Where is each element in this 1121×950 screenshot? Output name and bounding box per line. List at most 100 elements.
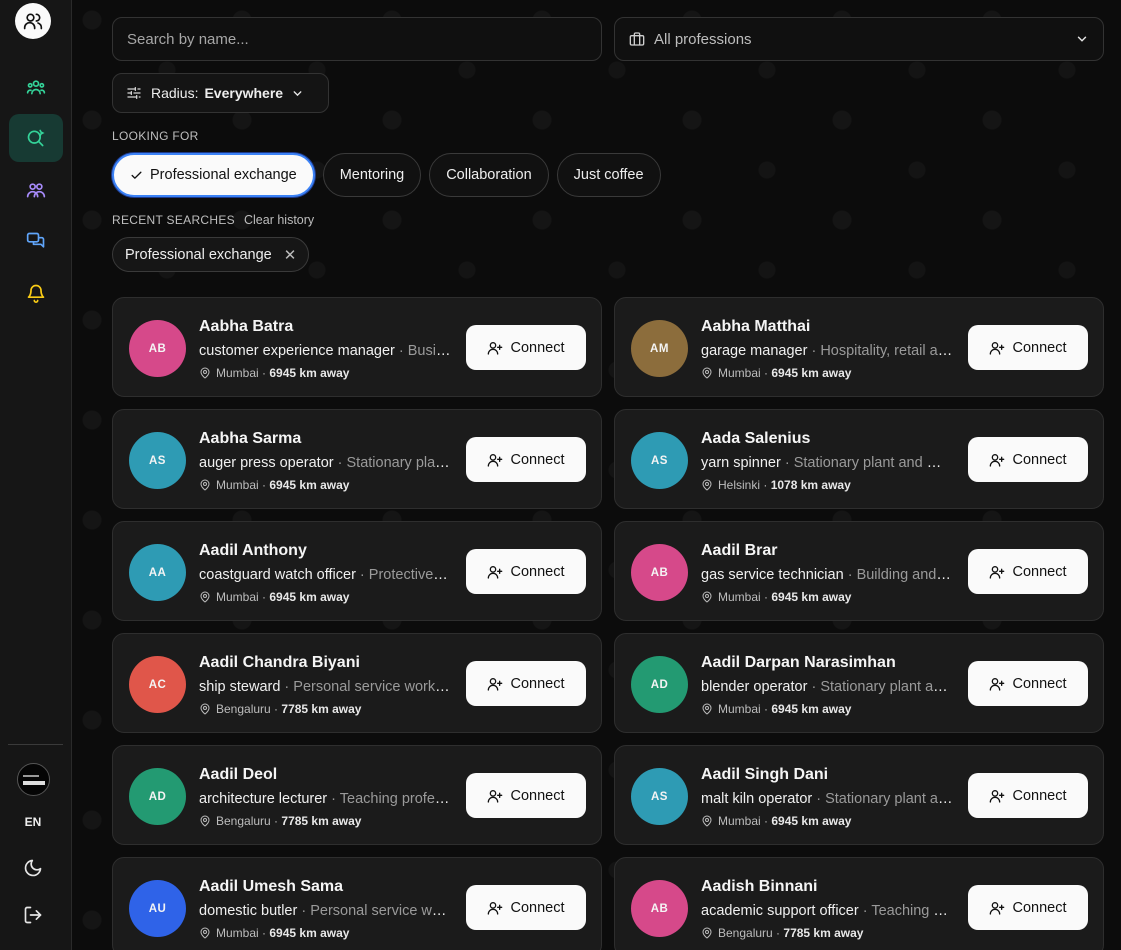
person-location: Mumbai · 6945 km away [199, 366, 349, 380]
location-sep: · [760, 814, 772, 828]
avatar-initials: AA [148, 566, 167, 579]
role-sep: · [812, 791, 826, 807]
connect-label: Connect [1012, 675, 1067, 692]
app-logo[interactable] [15, 3, 51, 39]
person-name: Aada Salenius [701, 430, 811, 447]
user-plus-icon [488, 677, 503, 691]
role-title: gas service technician [701, 567, 844, 583]
chip-professional-exchange[interactable]: Professional exchange [112, 153, 315, 197]
person-card[interactable]: AS Aada Salenius yarn spinner · Stationa… [614, 409, 1104, 509]
map-pin-icon [702, 815, 712, 827]
location-city: Mumbai [216, 926, 259, 940]
avatar-initials: AB [650, 566, 669, 579]
map-pin-icon [702, 367, 712, 379]
person-location: Mumbai · 6945 km away [199, 590, 349, 604]
person-card[interactable]: AB Aadish Binnani academic support offic… [614, 857, 1104, 950]
briefcase-icon [629, 32, 645, 46]
moon-icon[interactable] [23, 858, 43, 878]
role-sep: · [355, 567, 369, 583]
user-avatar[interactable] [17, 763, 50, 796]
user-plus-icon [990, 453, 1005, 467]
person-location: Mumbai · 6945 km away [701, 814, 851, 828]
map-pin-icon [200, 703, 210, 715]
person-card[interactable]: AS Aadil Singh Dani malt kiln operator ·… [614, 745, 1104, 845]
connect-button[interactable]: Connect [968, 549, 1088, 594]
radius-button[interactable]: Radius: Everywhere [112, 73, 329, 113]
sidebar-item-people[interactable] [9, 166, 63, 214]
sidebar-item-community[interactable] [9, 63, 63, 111]
role-domain: Stationary plant and machine operators [825, 791, 953, 807]
person-location: Mumbai · 6945 km away [701, 702, 851, 716]
location-city: Bengaluru [216, 702, 271, 716]
person-location: Mumbai · 6945 km away [701, 366, 851, 380]
connect-button[interactable]: Connect [466, 773, 586, 818]
person-card[interactable]: AM Aabha Matthai garage manager · Hospit… [614, 297, 1104, 397]
person-name: Aadish Binnani [701, 878, 818, 895]
sidebar-item-notifications[interactable] [9, 269, 63, 317]
person-location: Bengaluru · 7785 km away [701, 926, 863, 940]
user-plus-icon [488, 341, 503, 355]
connect-button[interactable]: Connect [466, 325, 586, 370]
profession-select[interactable]: All professions [614, 17, 1104, 61]
user-plus-icon [488, 901, 503, 915]
person-name: Aadil Brar [701, 542, 778, 559]
person-card[interactable]: AA Aadil Anthony coastguard watch office… [112, 521, 602, 621]
avatar: AB [631, 544, 688, 601]
person-card[interactable]: AB Aabha Batra customer experience manag… [112, 297, 602, 397]
connect-button[interactable]: Connect [968, 437, 1088, 482]
language-switch[interactable]: EN [0, 815, 66, 829]
map-pin-icon [702, 591, 712, 603]
location-sep: · [760, 702, 772, 716]
location-sep: · [760, 590, 772, 604]
connect-button[interactable]: Connect [968, 885, 1088, 930]
location-city: Bengaluru [718, 926, 773, 940]
connect-label: Connect [510, 563, 565, 580]
avatar-initials: AM [650, 342, 669, 355]
location-city: Helsinki [718, 478, 761, 492]
sidebar-item-messages[interactable] [9, 217, 63, 265]
person-location: Mumbai · 6945 km away [199, 478, 349, 492]
connect-button[interactable]: Connect [968, 773, 1088, 818]
person-card[interactable]: AS Aabha Sarma auger press operator · St… [112, 409, 602, 509]
connect-button[interactable]: Connect [968, 325, 1088, 370]
recent-search-chip[interactable]: Professional exchange ✕ [112, 237, 310, 272]
location-city: Mumbai [216, 366, 259, 380]
connect-button[interactable]: Connect [466, 549, 586, 594]
role-sep: · [807, 679, 821, 695]
chip-just-coffee[interactable]: Just coffee [556, 153, 661, 197]
clear-history-link[interactable]: Clear history [244, 213, 314, 227]
connect-button[interactable]: Connect [968, 661, 1088, 706]
connect-button[interactable]: Connect [466, 885, 586, 930]
close-icon[interactable]: ✕ [284, 246, 297, 264]
location-city: Mumbai [216, 478, 259, 492]
location-distance: 7785 km away [281, 702, 362, 716]
sliders-icon [127, 87, 141, 99]
role-domain: Stationary plant and machine operators [820, 679, 953, 695]
sidebar: EN [0, 0, 72, 950]
person-card[interactable]: AD Aadil Deol architecture lecturer · Te… [112, 745, 602, 845]
person-card[interactable]: AU Aadil Umesh Sama domestic butler · Pe… [112, 857, 602, 950]
role-sep: · [297, 903, 311, 919]
map-pin-icon [200, 815, 210, 827]
person-card[interactable]: AC Aadil Chandra Biyani ship steward · P… [112, 633, 602, 733]
connect-button[interactable]: Connect [466, 661, 586, 706]
chip-label: Just coffee [573, 167, 644, 183]
person-card[interactable]: AD Aadil Darpan Narasimhan blender opera… [614, 633, 1104, 733]
connect-button[interactable]: Connect [466, 437, 586, 482]
chip-mentoring[interactable]: Mentoring [322, 153, 422, 197]
avatar-initials: AB [148, 342, 167, 355]
users-icon [23, 13, 43, 30]
avatar: AD [631, 656, 688, 713]
sidebar-item-search[interactable] [9, 114, 63, 162]
role-title: blender operator [701, 679, 808, 695]
connect-label: Connect [1012, 339, 1067, 356]
person-name: Aadil Darpan Narasimhan [701, 654, 896, 671]
chip-collaboration[interactable]: Collaboration [429, 153, 549, 197]
person-role: coastguard watch officer · Protective se… [199, 567, 451, 583]
logout-icon[interactable] [23, 905, 43, 925]
location-sep: · [258, 590, 270, 604]
search-input[interactable] [112, 17, 602, 61]
map-pin-icon [702, 703, 712, 715]
person-card[interactable]: AB Aadil Brar gas service technician · B… [614, 521, 1104, 621]
map-pin-icon [702, 479, 712, 491]
